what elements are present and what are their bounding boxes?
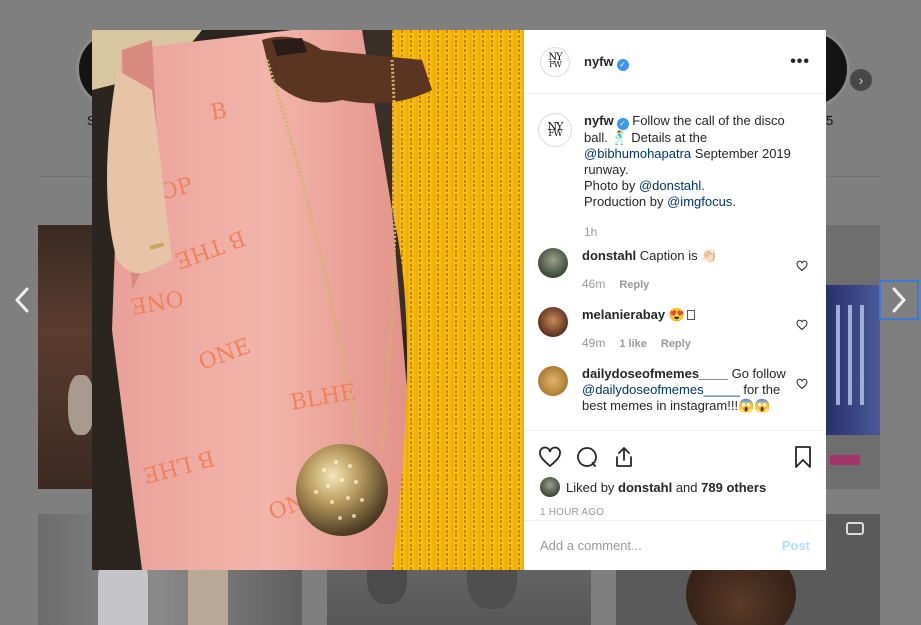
video-icon [846,522,864,535]
story-label: 5 [826,113,834,128]
account-avatar[interactable]: NY FW [540,46,570,77]
comment-username[interactable]: melanierabay [582,307,665,322]
comment-time: 46m [582,277,606,291]
grid-thumbnail[interactable] [38,225,92,489]
dancing-emoji: 🕺 [611,130,628,145]
reply-button[interactable]: Reply [619,279,649,291]
post-sidebar: NY FW nyfw ✓ ••• NY FW nyfw ✓ Follow the c… [524,30,826,570]
comment-input[interactable] [540,538,782,553]
likes-count[interactable]: 789 others [701,480,766,495]
post-timestamp: 1 HOUR AGO [540,507,605,518]
comment-item: melanierabay 😍 49m 1 like Reply [538,307,810,352]
caption-time: 1h [584,225,598,239]
post-photo-illustration: B OP ONE ONE B LHE ONE BLHE B THE [92,30,524,570]
heart-icon[interactable] [538,445,562,469]
verified-icon: ✓ [616,118,629,130]
caption-text: Production by [584,194,668,209]
clap-emoji: 👏🏻 [701,248,718,263]
chevron-right-icon [892,287,906,313]
username-text: nyfw [584,53,614,69]
comment-icon[interactable] [575,445,599,469]
more-options-icon[interactable]: ••• [790,53,810,71]
comment-avatar[interactable] [538,248,568,278]
comment-likes[interactable]: 1 like [619,338,647,350]
previous-post-button[interactable] [2,280,42,320]
logo-text: FW [548,128,562,139]
comment-username[interactable]: dailydoseofmemes____ [582,366,728,381]
mention-link[interactable]: @dailydoseofmemes_____ [582,382,740,397]
like-comment-heart-icon[interactable] [796,260,808,272]
post-comment-button[interactable]: Post [782,538,810,553]
comment-time: 49m [582,336,606,350]
caption-username[interactable]: nyfw [584,113,614,128]
mention-link[interactable]: @donstahl [639,178,701,193]
bookmark-icon[interactable] [792,445,814,469]
caption-avatar[interactable]: NY FW [538,113,572,147]
post-photo: B OP ONE ONE B LHE ONE BLHE B THE [92,30,524,570]
like-comment-heart-icon[interactable] [796,319,808,331]
mention-link[interactable]: @bibhumohapatra [584,146,691,161]
comment-item: donstahl Caption is 👏🏻 46m Reply [538,248,810,293]
grid-thumbnail[interactable] [826,225,880,489]
reply-button[interactable]: Reply [661,338,691,350]
comment-text: Caption is [639,248,702,263]
caption-text: . [732,194,736,209]
liked-by-avatar[interactable] [540,477,560,497]
next-post-button[interactable] [879,280,919,320]
liked-by-text: Liked by [566,479,615,495]
chevron-left-icon [15,287,29,313]
caption-text: Photo by [584,178,639,193]
verified-icon: ✓ [616,58,629,71]
comment-item: dailydoseofmemes____ Go follow @dailydos… [538,366,810,414]
comment-avatar[interactable] [538,307,568,337]
logo-text: FW [549,60,562,70]
caption-text: . [701,178,705,193]
add-comment-bar: Post [524,520,826,570]
liked-by: Liked by donstahl and 789 others [524,473,826,497]
share-icon[interactable] [612,445,636,469]
heart-eyes-emoji: 😍 [668,307,685,322]
account-username[interactable]: nyfw ✓ [584,53,629,71]
comment-avatar[interactable] [538,366,568,396]
liked-by-text: and [672,479,702,495]
post-modal: B OP ONE ONE B LHE ONE BLHE B THE NY FW … [92,30,826,570]
liked-by-user[interactable]: donstahl [618,480,672,495]
comment-text: Go follow [727,366,786,381]
post-header: NY FW nyfw ✓ ••• [524,30,826,94]
caption: NY FW nyfw ✓ Follow the call of the disco… [538,113,810,240]
caption-text: Details at the [627,130,708,145]
scream-emoji: 😱😱 [738,398,771,413]
mention-link[interactable]: @imgfocus [667,194,732,209]
missing-glyph-icon [686,310,695,320]
like-comment-heart-icon[interactable] [796,378,808,390]
comments-list[interactable]: NY FW nyfw ✓ Follow the call of the disco… [524,95,826,430]
comment-username[interactable]: donstahl [582,248,636,263]
stories-next-icon[interactable]: › [850,69,872,91]
